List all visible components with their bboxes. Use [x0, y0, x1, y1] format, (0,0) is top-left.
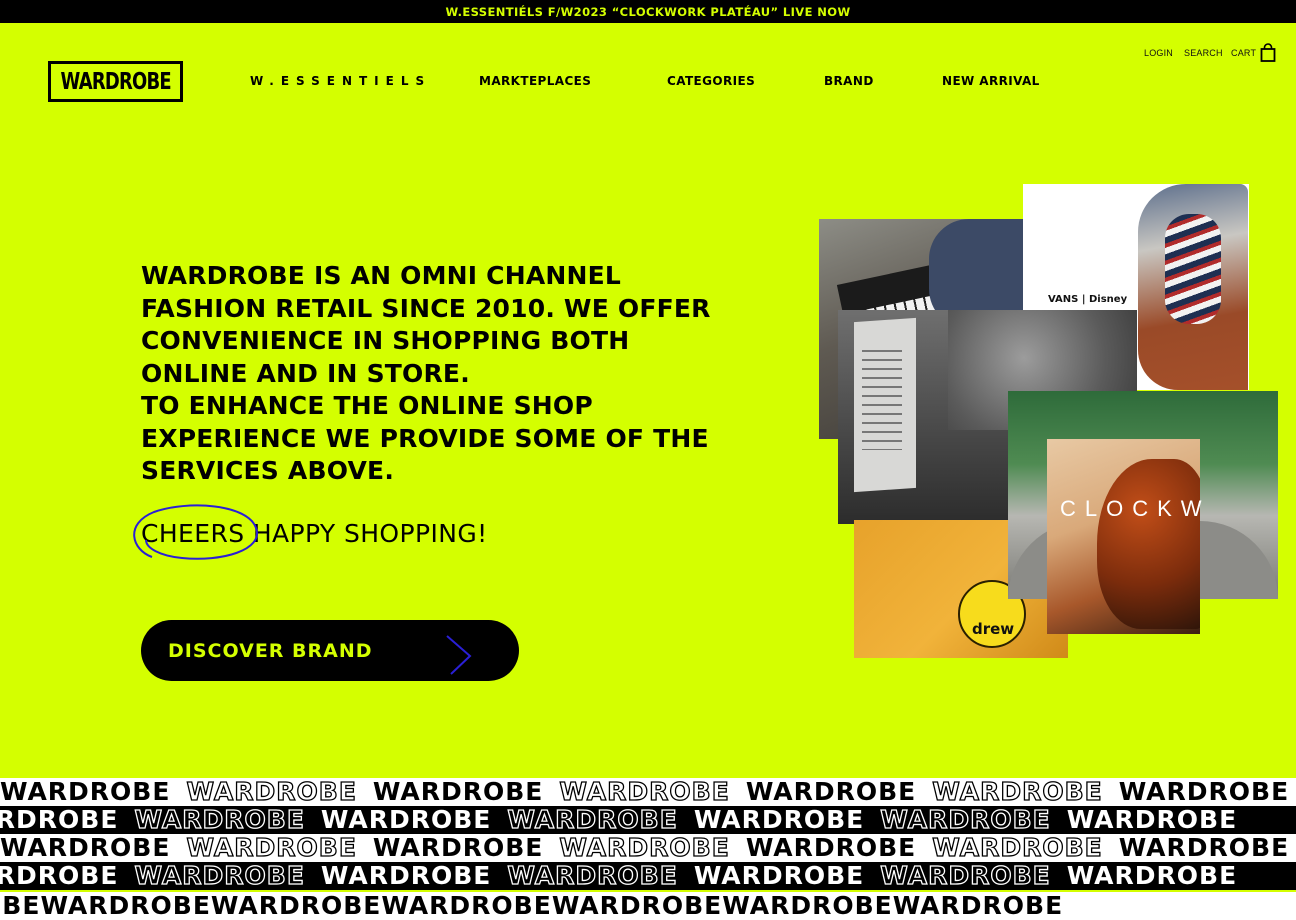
headline-line: TO ENHANCE THE ONLINE SHOP — [141, 391, 593, 420]
shopping-bag-icon[interactable] — [1260, 43, 1276, 62]
headline-line: WARDROBE IS AN OMNI CHANNEL — [141, 261, 622, 290]
ticker-word: WARDROBE — [1066, 862, 1238, 890]
ticker-word: WARDROBE — [932, 834, 1103, 862]
ticker-word: WARDROBE — [186, 778, 357, 806]
ticker-word: WARDROBE — [0, 862, 119, 890]
ticker-row: WARDROBE WARDROBE WARDROBE WARDROBE WARD… — [0, 892, 1296, 920]
ticker-word: WARDROBE — [0, 806, 119, 834]
logo-text: WARDROBE — [60, 68, 171, 95]
ticker-word: WARDROBE — [880, 862, 1051, 890]
ticker-word: WARDROBE — [320, 806, 492, 834]
headline-line: ONLINE AND IN STORE. — [141, 358, 470, 388]
ticker-word: WARDROBE — [932, 778, 1103, 806]
ticker-word: WARDROBE — [134, 806, 305, 834]
site-logo[interactable]: WARDROBE — [48, 61, 183, 102]
announcement-text[interactable]: W.ESSENTIÉLS F/W2023 “CLOCKWORK PLATÉAU”… — [445, 5, 850, 19]
ticker-word: WARDROBE — [0, 892, 41, 920]
ticker-row: WARDROBE WARDROBE WARDROBE WARDROBE WARD… — [0, 778, 1296, 806]
discover-brand-label: DISCOVER BRAND — [168, 639, 373, 662]
ticker-word: WARDROBE — [559, 834, 730, 862]
ticker-word: WARDROBE — [745, 834, 917, 862]
ticker-word: WARDROBE — [507, 806, 678, 834]
nav-new-arrival[interactable]: NEW ARRIVAL — [942, 74, 1040, 88]
ticker-word: WARDROBE — [186, 834, 357, 862]
ticker-word: WARDROBE — [880, 806, 1051, 834]
ticker-word: WARDROBE — [892, 892, 1064, 920]
headline-line: FASHION RETAIL SINCE 2010. WE OFFER — [141, 293, 711, 323]
ticker-row: WARDROBE WARDROBE WARDROBE WARDROBE WARD… — [0, 806, 1296, 834]
ticker-word: WARDROBE — [0, 834, 171, 862]
ticker-word: WARDROBE — [210, 892, 382, 920]
ticker-word: WARDROBE — [507, 862, 678, 890]
ticker-word: WARDROBE — [745, 778, 917, 806]
nav-essentiels[interactable]: W.ESSENTIELS — [250, 74, 431, 88]
drew-text: drew — [972, 620, 1015, 638]
nav-categories[interactable]: CATEGORIES — [667, 74, 755, 88]
nav-marketplaces[interactable]: MARKTEPLACES — [479, 74, 591, 88]
ticker-word: WARDROBE — [1066, 806, 1238, 834]
ticker-word: WARDROBE — [1118, 834, 1290, 862]
search-link[interactable]: SEARCH — [1184, 48, 1223, 58]
ticker-row: WARDROBE WARDROBE WARDROBE WARDROBE WARD… — [0, 862, 1296, 890]
chevron-right-icon — [446, 635, 472, 675]
headline-line: EXPERIENCE WE PROVIDE SOME OF THE — [141, 423, 709, 453]
hero-headline: WARDROBE IS AN OMNI CHANNEL FASHION RETA… — [141, 260, 741, 488]
clockwork-text: CLOCKW — [1060, 496, 1211, 521]
headline-line: CONVENIENCE IN SHOPPING BOTH — [141, 326, 630, 355]
ticker-word: WARDROBE — [381, 892, 552, 920]
ticker-word: WARDROBE — [40, 892, 211, 920]
ticker-word: WARDROBE — [693, 862, 865, 890]
ticker-word: WARDROBE — [372, 778, 544, 806]
ticker-word: WARDROBE — [693, 806, 865, 834]
headline-line: SERVICES ABOVE. — [141, 456, 395, 485]
ticker-word: WARDROBE — [320, 862, 492, 890]
login-link[interactable]: LOGIN — [1144, 48, 1173, 58]
announcement-bar[interactable]: W.ESSENTIÉLS F/W2023 “CLOCKWORK PLATÉAU”… — [0, 0, 1296, 23]
ticker-word: WARDROBE — [134, 862, 305, 890]
ticker-word: WARDROBE — [1118, 778, 1290, 806]
clockwork-hat-photo — [1047, 439, 1200, 634]
scribble-circle-icon — [133, 504, 258, 560]
vans-logo-text: VANS | Disney — [1048, 294, 1128, 305]
ticker-word: WARDROBE — [551, 892, 723, 920]
nav-brand[interactable]: BRAND — [824, 74, 874, 88]
ticker-word: WARDROBE — [722, 892, 893, 920]
ticker-row: WARDROBE WARDROBE WARDROBE WARDROBE WARD… — [0, 834, 1296, 862]
cart-link[interactable]: CART — [1231, 48, 1256, 58]
ticker-word: WARDROBE — [559, 778, 730, 806]
ticker-word: WARDROBE — [0, 778, 171, 806]
ticker-word: WARDROBE — [372, 834, 544, 862]
